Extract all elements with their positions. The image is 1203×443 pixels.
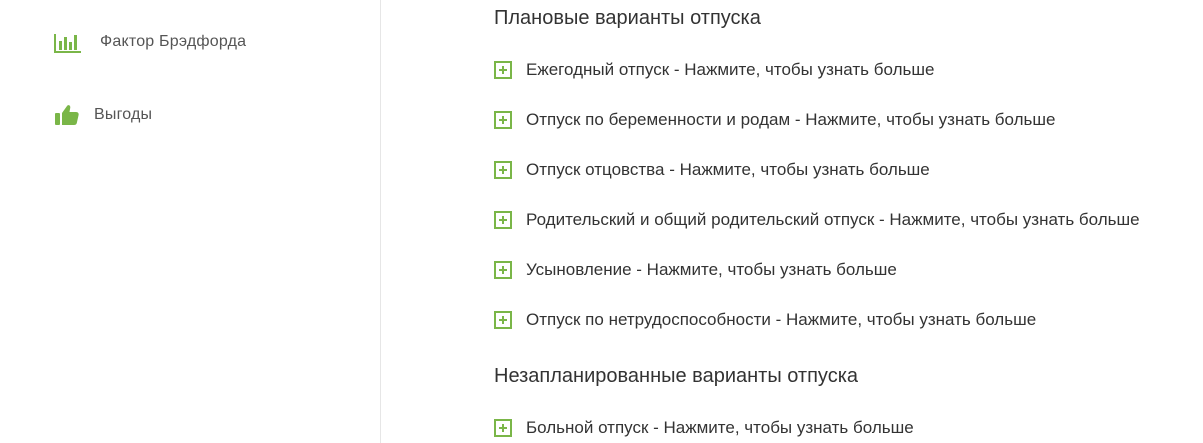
expand-plus-icon [494,261,512,279]
accordion-item-label: Отпуск по нетрудоспособности - Нажмите, … [526,310,1037,329]
accordion-item-label: Ежегодный отпуск - Нажмите, чтобы узнать… [526,60,935,79]
accordion-item-disability-leave[interactable]: Отпуск по нетрудоспособности - Нажмите, … [494,310,1036,330]
accordion-item-label: Родительский и общий родительский отпуск… [526,210,1140,229]
accordion-item-parental-leave[interactable]: Родительский и общий родительский отпуск… [494,210,1140,230]
accordion-item-annual-leave[interactable]: Ежегодный отпуск - Нажмите, чтобы узнать… [494,60,934,80]
section-title-planned: Плановые варианты отпуска [494,7,761,29]
accordion-item-maternity-leave[interactable]: Отпуск по беременности и родам - Нажмите… [494,110,1055,130]
sidebar-item-label: Выгоды [94,106,153,123]
expand-plus-icon [494,111,512,129]
accordion-item-adoption[interactable]: Усыновление - Нажмите, чтобы узнать боль… [494,260,897,280]
expand-plus-icon [494,211,512,229]
thumbs-up-icon [52,101,82,129]
accordion-item-label: Отпуск отцовства - Нажмите, чтобы узнать… [526,160,930,179]
accordion-item-label: Усыновление - Нажмите, чтобы узнать боль… [526,260,897,279]
expand-plus-icon [494,161,512,179]
sidebar-item-bradford-factor[interactable]: Фактор Брэдфорда [52,28,246,56]
sidebar-item-label: Фактор Брэдфорда [100,33,247,50]
page: Фактор Брэдфорда Выгоды Плановые вариант… [0,0,1203,443]
expand-plus-icon [494,311,512,329]
sidebar: Фактор Брэдфорда Выгоды [0,0,381,443]
expand-plus-icon [494,61,512,79]
accordion-item-label: Отпуск по беременности и родам - Нажмите… [526,110,1056,129]
accordion-item-label: Больной отпуск - Нажмите, чтобы узнать б… [526,418,914,437]
bar-chart-icon [52,28,82,56]
section-title-unplanned: Незапланированные варианты отпуска [494,365,859,387]
sidebar-item-benefits[interactable]: Выгоды [52,101,152,129]
accordion-item-sick-leave[interactable]: Больной отпуск - Нажмите, чтобы узнать б… [494,418,914,438]
accordion-item-paternity-leave[interactable]: Отпуск отцовства - Нажмите, чтобы узнать… [494,160,930,180]
expand-plus-icon [494,419,512,437]
